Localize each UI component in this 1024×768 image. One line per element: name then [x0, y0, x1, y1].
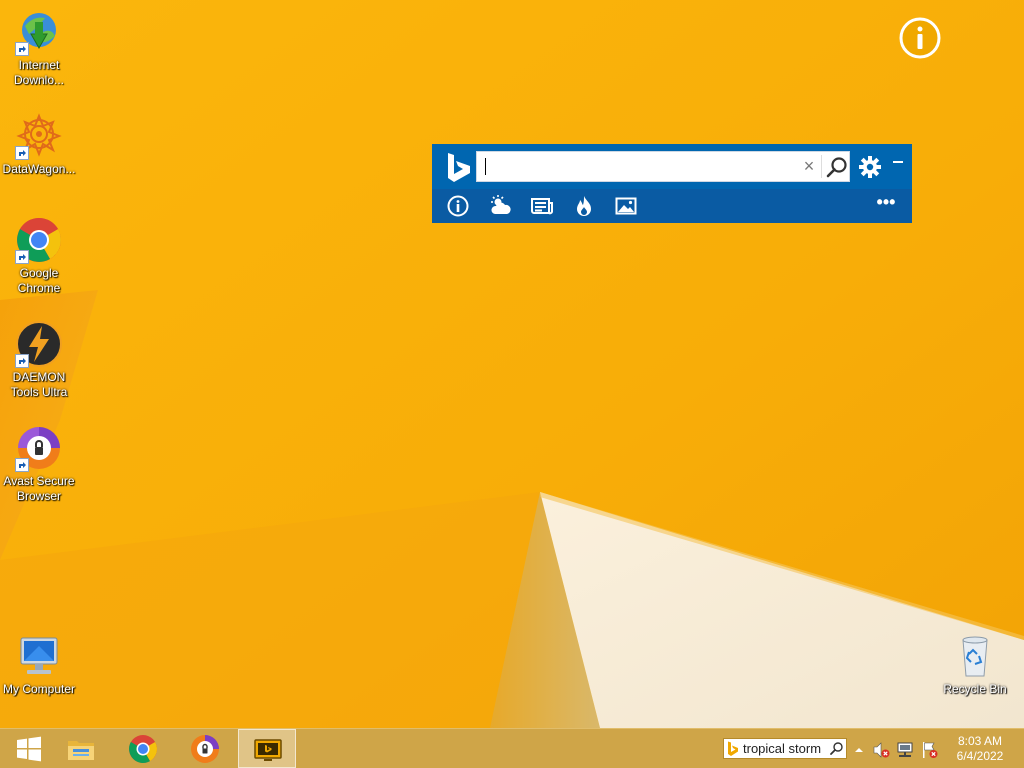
taskbar-google-chrome[interactable]: [114, 729, 172, 768]
taskbar-avast-secure-browser[interactable]: [176, 729, 234, 768]
windows-logo-icon: [17, 736, 41, 762]
desktop-icon-datawagon[interactable]: DataWagon...: [0, 112, 78, 177]
bing-search-bar: × •••: [432, 144, 912, 223]
shortcut-arrow-icon: [15, 250, 29, 264]
clock-time: 8:03 AM: [957, 734, 1003, 748]
network-icon: [897, 742, 913, 757]
shortcut-arrow-icon: [15, 458, 29, 472]
desktop-icon-avast-secure-browser[interactable]: Avast Secure Browser: [0, 424, 78, 504]
desktop-icon-internet-download-manager[interactable]: Internet Downlo...: [0, 8, 78, 88]
bing-logo-icon: [728, 741, 738, 756]
more-options-button[interactable]: •••: [874, 193, 898, 218]
text-cursor: [485, 158, 486, 175]
taskbar-search-box[interactable]: tropical storm: [723, 738, 847, 759]
bing-bar-top: ×: [432, 144, 912, 189]
recycle-bin-icon: [962, 636, 988, 677]
bing-search-box[interactable]: ×: [476, 151, 850, 182]
weather-icon: [491, 195, 511, 214]
network-button[interactable]: [896, 741, 914, 759]
bing-trending-button[interactable]: [572, 194, 596, 218]
search-icon[interactable]: [829, 741, 844, 756]
desktop-icon-label: Internet Downlo...: [13, 58, 65, 87]
bing-images-button[interactable]: [614, 194, 638, 218]
avast-browser-icon: [191, 735, 219, 763]
bing-search-input[interactable]: [477, 152, 809, 181]
chevron-up-icon: [855, 748, 863, 752]
clock[interactable]: 8:03 AM 6/4/2022: [948, 734, 1012, 764]
shortcut-arrow-icon: [15, 146, 29, 160]
folder-icon: [68, 741, 94, 760]
info-button[interactable]: [898, 16, 942, 60]
chrome-icon: [129, 735, 157, 763]
news-icon: [531, 198, 553, 215]
desktop-icon-daemon-tools-ultra[interactable]: DAEMON Tools Ultra: [0, 320, 78, 400]
desktop-icon-label: Google Chrome: [17, 266, 61, 295]
computer-icon: [20, 637, 58, 674]
shortcut-arrow-icon: [15, 42, 29, 56]
taskbar-file-explorer[interactable]: [52, 729, 110, 768]
volume-muted-icon: [873, 742, 890, 758]
gear-icon[interactable]: [858, 155, 882, 179]
desktop-icon-label: My Computer: [2, 682, 76, 696]
bing-info-button[interactable]: [446, 194, 470, 218]
search-icon[interactable]: [825, 155, 849, 179]
desktop[interactable]: Internet Downlo... DataWagon... Google C…: [0, 0, 1024, 768]
start-button[interactable]: [0, 729, 58, 768]
trending-icon: [577, 196, 591, 216]
desktop-icon-label: DAEMON Tools Ultra: [10, 370, 68, 399]
bing-toolbar: •••: [432, 189, 912, 223]
wallpaper: [0, 0, 1024, 728]
info-icon: [899, 17, 941, 59]
desktop-icon-google-chrome[interactable]: Google Chrome: [0, 216, 78, 296]
desktop-icon-label: Recycle Bin: [943, 682, 1007, 696]
desktop-icon-label: Avast Secure Browser: [3, 474, 75, 503]
clock-date: 6/4/2022: [956, 749, 1004, 763]
volume-button[interactable]: [872, 741, 890, 759]
desktop-icon-my-computer[interactable]: My Computer: [0, 632, 78, 697]
taskbar: tropical storm 8:03 AM 6/4/2022: [0, 728, 1024, 768]
divider: [821, 155, 822, 178]
desktop-icon-recycle-bin[interactable]: Recycle Bin: [936, 632, 1014, 697]
info-icon: [447, 195, 469, 217]
desktop-icon-label: DataWagon...: [2, 162, 76, 176]
taskbar-search-text: tropical storm: [743, 741, 822, 756]
shortcut-arrow-icon: [15, 354, 29, 368]
action-center-flag-icon: [923, 742, 938, 758]
action-center-button[interactable]: [920, 741, 938, 759]
bing-logo-icon[interactable]: [446, 152, 472, 182]
taskbar-bing-desktop[interactable]: [238, 729, 296, 768]
bing-news-button[interactable]: [530, 194, 554, 218]
bing-desktop-icon: [254, 739, 282, 761]
minimize-icon[interactable]: [890, 154, 906, 170]
clear-icon[interactable]: ×: [799, 156, 819, 176]
show-hidden-icons-button[interactable]: [850, 741, 868, 759]
images-icon: [615, 197, 637, 215]
bing-weather-button[interactable]: [488, 194, 512, 218]
